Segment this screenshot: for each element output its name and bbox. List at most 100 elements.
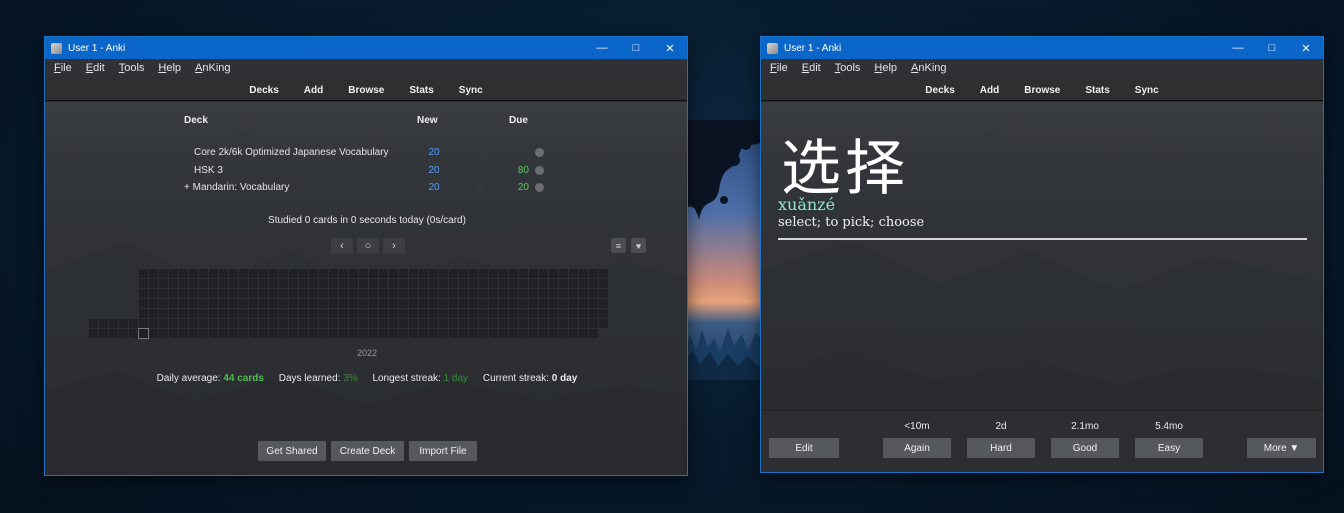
card-divider xyxy=(778,238,1307,240)
chevron-right-icon[interactable]: › xyxy=(383,238,405,254)
heatmap-cell xyxy=(419,289,428,298)
menu-bar: File Edit Tools Help AnKing xyxy=(45,59,687,77)
heatmap-cell xyxy=(219,269,228,278)
deck-row[interactable]: Core 2k/6k Optimized Japanese Vocabulary… xyxy=(45,147,687,164)
menu-file[interactable]: File xyxy=(770,62,788,74)
gear-icon[interactable] xyxy=(535,166,544,175)
deck-browser: Deck New Due Core 2k/6k Optimized Japane… xyxy=(45,102,687,475)
heatmap-cell xyxy=(559,299,568,308)
toolbar-add[interactable]: Add xyxy=(304,85,323,96)
menu-tools[interactable]: Tools xyxy=(119,62,145,74)
foliage-silhouette xyxy=(684,120,764,220)
get-shared-button[interactable]: Get Shared xyxy=(257,440,327,462)
chevron-left-icon[interactable]: ‹ xyxy=(331,238,353,254)
heatmap-cell xyxy=(219,289,228,298)
heatmap-cell xyxy=(169,329,178,338)
heatmap-cell xyxy=(339,309,348,318)
column-header-new: New xyxy=(417,115,438,126)
heatmap-cell xyxy=(569,279,578,288)
menu-file[interactable]: File xyxy=(54,62,72,74)
heatmap-cell xyxy=(599,299,608,308)
heatmap-cell xyxy=(389,319,398,328)
column-header-deck: Deck xyxy=(184,115,208,126)
heatmap-cell xyxy=(189,329,198,338)
hard-button[interactable]: Hard xyxy=(966,437,1036,459)
deck-name[interactable]: + Mandarin: Vocabulary xyxy=(184,182,289,193)
heatmap-cell xyxy=(169,299,178,308)
heatmap-cell xyxy=(499,269,508,278)
heatmap-cell xyxy=(319,289,328,298)
more-button[interactable]: More ▼ xyxy=(1246,437,1317,459)
heatmap-cell xyxy=(149,269,158,278)
deck-new-count: 20 xyxy=(428,147,440,158)
heatmap-cell xyxy=(199,269,208,278)
deck-name[interactable]: HSK 3 xyxy=(194,165,223,176)
toolbar-add[interactable]: Add xyxy=(980,85,999,96)
heatmap-cell xyxy=(219,319,228,328)
import-file-button[interactable]: Import File xyxy=(408,440,478,462)
gear-icon[interactable] xyxy=(535,183,544,192)
toolbar-stats[interactable]: Stats xyxy=(409,85,433,96)
menu-anking[interactable]: AnKing xyxy=(911,62,946,74)
heatmap-cell xyxy=(309,289,318,298)
close-button[interactable]: ✕ xyxy=(1289,37,1323,59)
toolbar-decks[interactable]: Decks xyxy=(249,85,278,96)
heatmap-cell xyxy=(229,289,238,298)
heatmap-cell xyxy=(459,319,468,328)
again-button[interactable]: Again xyxy=(882,437,952,459)
close-button[interactable]: ✕ xyxy=(653,37,687,59)
minimize-button[interactable]: — xyxy=(585,37,619,59)
heatmap-cell xyxy=(229,319,238,328)
menu-edit[interactable]: Edit xyxy=(802,62,821,74)
heatmap-cell xyxy=(489,319,498,328)
heatmap-cell xyxy=(209,309,218,318)
heatmap-cell xyxy=(349,329,358,338)
heatmap-cell xyxy=(599,269,608,278)
toolbar-stats[interactable]: Stats xyxy=(1085,85,1109,96)
menu-help[interactable]: Help xyxy=(158,62,181,74)
heatmap-cell xyxy=(469,279,478,288)
heatmap-cell xyxy=(329,319,338,328)
heatmap-cell xyxy=(229,269,238,278)
toolbar-sync[interactable]: Sync xyxy=(1135,85,1159,96)
heatmap-cell xyxy=(589,299,598,308)
easy-button[interactable]: Easy xyxy=(1134,437,1204,459)
heatmap-cell xyxy=(549,329,558,338)
deck-row[interactable]: HSK 3 20 0 80 xyxy=(45,165,687,182)
toolbar-decks[interactable]: Decks xyxy=(925,85,954,96)
toolbar-sync[interactable]: Sync xyxy=(459,85,483,96)
menu-anking[interactable]: AnKing xyxy=(195,62,230,74)
maximize-button[interactable]: □ xyxy=(619,37,653,59)
heatmap-cell xyxy=(509,269,518,278)
heatmap-cell xyxy=(419,329,428,338)
heatmap-cell xyxy=(339,289,348,298)
heatmap-cell xyxy=(159,309,168,318)
heatmap-cell xyxy=(579,319,588,328)
edit-button[interactable]: Edit xyxy=(768,437,840,459)
create-deck-button[interactable]: Create Deck xyxy=(330,440,405,462)
menu-tools[interactable]: Tools xyxy=(835,62,861,74)
heatmap-cell xyxy=(369,279,378,288)
heatmap-cell xyxy=(269,279,278,288)
good-button[interactable]: Good xyxy=(1050,437,1120,459)
heatmap-cell xyxy=(359,319,368,328)
minimize-button[interactable]: — xyxy=(1221,37,1255,59)
menu-edit[interactable]: Edit xyxy=(86,62,105,74)
heatmap-cell xyxy=(259,269,268,278)
gear-icon[interactable] xyxy=(535,148,544,157)
circle-today-icon[interactable]: ○ xyxy=(357,238,379,254)
heatmap-cell xyxy=(409,329,418,338)
heatmap-cell xyxy=(479,329,488,338)
settings-sliders-icon[interactable]: ≡ xyxy=(611,238,626,253)
heatmap-cell xyxy=(339,329,348,338)
toolbar-browse[interactable]: Browse xyxy=(348,85,384,96)
toolbar-browse[interactable]: Browse xyxy=(1024,85,1060,96)
heatmap-cell xyxy=(529,329,538,338)
deck-name[interactable]: Core 2k/6k Optimized Japanese Vocabulary xyxy=(194,147,389,158)
menu-help[interactable]: Help xyxy=(874,62,897,74)
deck-row[interactable]: + Mandarin: Vocabulary 20 0 20 xyxy=(45,182,687,199)
heatmap-cell xyxy=(239,319,248,328)
heatmap-cell xyxy=(419,279,428,288)
heart-icon[interactable]: ♥ xyxy=(631,238,646,253)
maximize-button[interactable]: □ xyxy=(1255,37,1289,59)
